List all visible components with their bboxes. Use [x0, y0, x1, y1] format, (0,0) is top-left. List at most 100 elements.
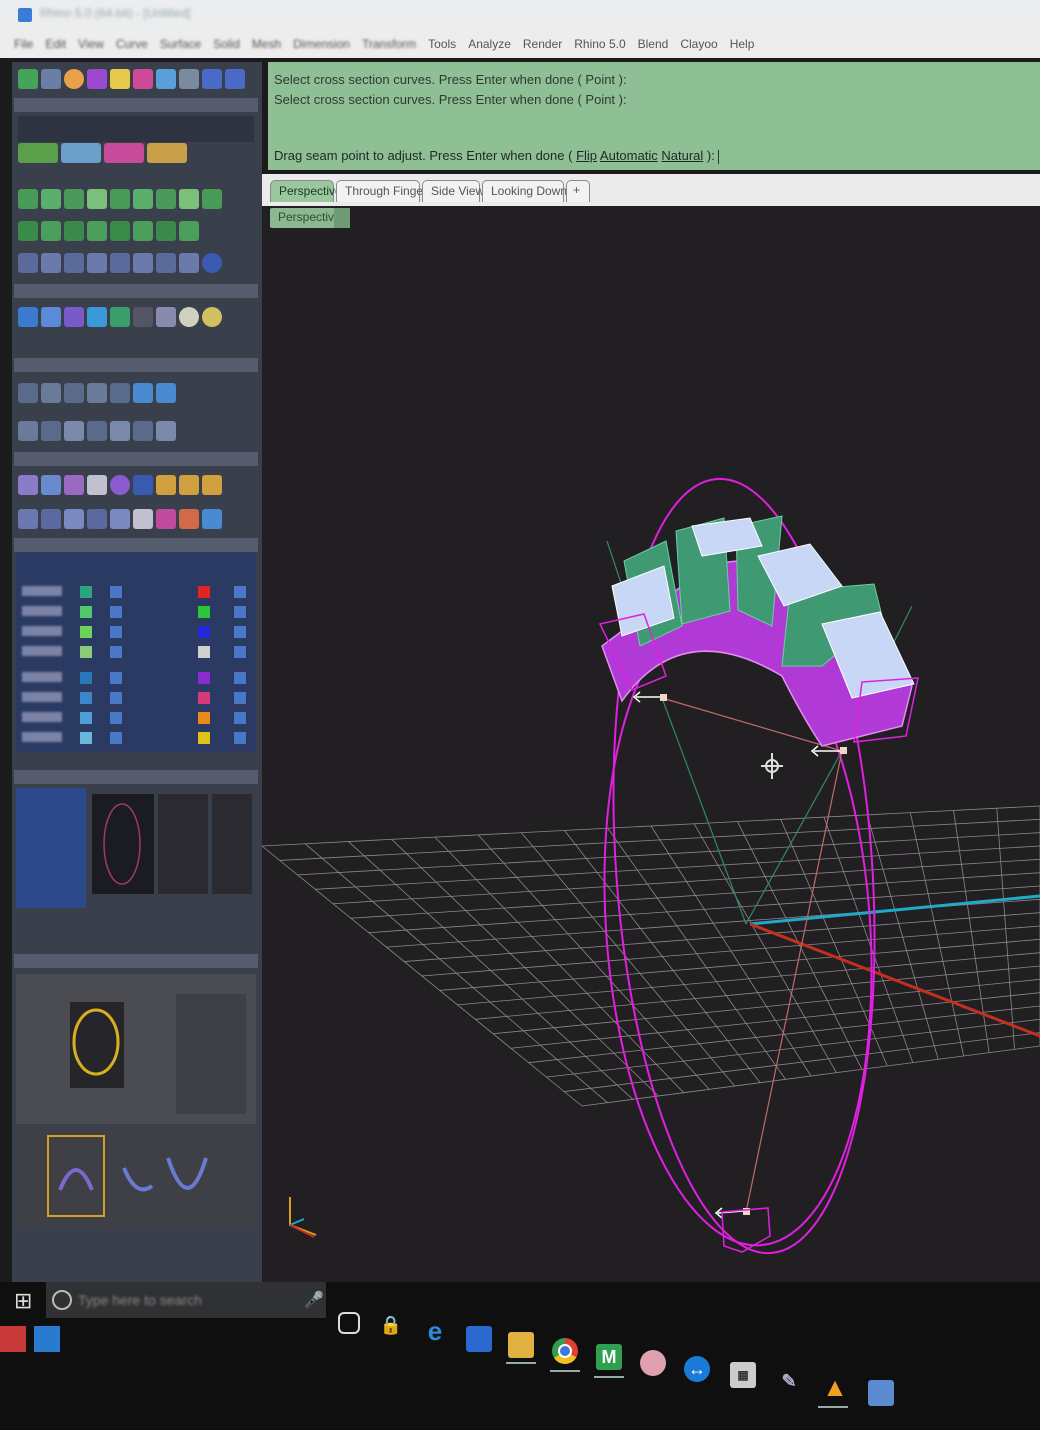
tab-button[interactable]	[104, 143, 144, 163]
tab-perspective[interactable]: Perspective	[270, 180, 342, 202]
tool-button[interactable]	[156, 69, 176, 89]
tool-button[interactable]	[87, 69, 107, 89]
tool-button[interactable]	[64, 307, 84, 327]
menu-edit[interactable]: Edit	[45, 37, 66, 51]
menu-rhino[interactable]: Rhino 5.0	[574, 37, 625, 51]
tab-button[interactable]	[61, 143, 101, 163]
tool-button[interactable]	[179, 221, 199, 241]
tool-button[interactable]	[179, 189, 199, 209]
tool-button[interactable]	[156, 509, 176, 529]
tool-button[interactable]	[64, 69, 84, 89]
profile-shape-icon[interactable]	[166, 1157, 208, 1190]
layer-toggle[interactable]	[234, 732, 246, 744]
tool-button[interactable]	[156, 421, 176, 441]
tool-button[interactable]	[110, 509, 130, 529]
layer-toggle[interactable]	[110, 606, 122, 618]
menu-transform[interactable]: Transform	[362, 37, 416, 51]
layer-color-swatch[interactable]	[80, 692, 92, 704]
tool-button[interactable]	[110, 189, 130, 209]
chrome-icon[interactable]	[552, 1338, 578, 1364]
layer-toggle[interactable]	[234, 606, 246, 618]
tool-button[interactable]	[133, 383, 153, 403]
tool-button[interactable]	[110, 307, 130, 327]
tool-button[interactable]	[156, 221, 176, 241]
tool-button[interactable]	[41, 509, 61, 529]
tool-button[interactable]	[110, 383, 130, 403]
layer-color-swatch[interactable]	[198, 712, 210, 724]
tool-button[interactable]	[41, 221, 61, 241]
edge-icon[interactable]: e	[422, 1316, 448, 1346]
layer-color-swatch[interactable]	[80, 732, 92, 744]
layer-color-swatch[interactable]	[198, 646, 210, 658]
tool-button[interactable]	[18, 421, 38, 441]
layer-toggle[interactable]	[234, 672, 246, 684]
remote-desktop-icon[interactable]	[466, 1326, 492, 1352]
tool-button[interactable]	[18, 383, 38, 403]
tool-button[interactable]	[41, 383, 61, 403]
menu-solid[interactable]: Solid	[213, 37, 240, 51]
search-placeholder[interactable]: Type here to search	[78, 1292, 202, 1308]
tool-button[interactable]	[87, 383, 107, 403]
tab-button[interactable]	[147, 143, 187, 163]
tool-button[interactable]	[179, 69, 199, 89]
tool-button[interactable]	[64, 221, 84, 241]
tab-looking-down[interactable]: Looking Down	[482, 180, 567, 202]
menu-curve[interactable]: Curve	[116, 37, 148, 51]
tool-button[interactable]	[156, 475, 176, 495]
tool-button[interactable]	[110, 221, 130, 241]
tool-button[interactable]	[64, 475, 84, 495]
tool-button[interactable]	[156, 253, 176, 273]
option-flip[interactable]: Flip	[576, 148, 597, 163]
tool-button[interactable]	[18, 221, 38, 241]
layer-row[interactable]	[22, 644, 254, 660]
tool-button[interactable]	[87, 509, 107, 529]
tool-button[interactable]	[225, 69, 245, 89]
tool-button[interactable]	[202, 253, 222, 273]
tool-button[interactable]	[156, 307, 176, 327]
tool-button[interactable]	[202, 189, 222, 209]
tool-button[interactable]	[18, 189, 38, 209]
tool-button[interactable]	[202, 69, 222, 89]
matrix-icon[interactable]: M	[596, 1344, 622, 1370]
tool-button[interactable]	[41, 253, 61, 273]
tool-button[interactable]	[18, 69, 38, 89]
viewport-perspective[interactable]: Perspective	[262, 206, 1040, 1282]
layer-toggle[interactable]	[110, 712, 122, 724]
tool-button[interactable]	[110, 421, 130, 441]
chevron-down-icon[interactable]	[334, 208, 350, 228]
menu-tools[interactable]: Tools	[428, 37, 456, 51]
layer-row[interactable]	[22, 584, 254, 600]
command-prompt[interactable]: Drag seam point to adjust. Press Enter w…	[274, 148, 720, 164]
tool-button[interactable]	[18, 307, 38, 327]
app-icon[interactable]	[0, 1326, 26, 1352]
tool-button[interactable]	[87, 421, 107, 441]
tool-button[interactable]	[87, 221, 107, 241]
layer-row[interactable]	[22, 710, 254, 726]
tool-button[interactable]	[41, 475, 61, 495]
app-window-icon[interactable]	[868, 1380, 894, 1406]
tool-button[interactable]	[18, 475, 38, 495]
tool-button[interactable]	[87, 253, 107, 273]
layer-color-swatch[interactable]	[80, 712, 92, 724]
tool-button[interactable]	[64, 383, 84, 403]
tool-button[interactable]	[64, 253, 84, 273]
layer-color-swatch[interactable]	[80, 606, 92, 618]
tool-button[interactable]	[18, 509, 38, 529]
profile-option-selected[interactable]	[47, 1135, 105, 1217]
layer-color-swatch[interactable]	[80, 672, 92, 684]
layer-toggle[interactable]	[234, 586, 246, 598]
layer-row[interactable]	[22, 670, 254, 686]
rotate-gizmo-icon[interactable]	[757, 751, 787, 781]
calculator-icon[interactable]: ▦	[730, 1362, 756, 1388]
viewport-canvas[interactable]	[262, 206, 1040, 1282]
option-automatic[interactable]: Automatic	[600, 148, 658, 163]
layer-toggle[interactable]	[234, 712, 246, 724]
layer-color-swatch[interactable]	[198, 672, 210, 684]
layer-toggle[interactable]	[234, 646, 246, 658]
layer-color-swatch[interactable]	[198, 626, 210, 638]
tool-icon[interactable]: ✎	[776, 1368, 802, 1394]
seam-point[interactable]	[660, 694, 667, 701]
brain-icon[interactable]	[640, 1350, 666, 1376]
tool-button[interactable]	[41, 421, 61, 441]
tool-button[interactable]	[41, 69, 61, 89]
